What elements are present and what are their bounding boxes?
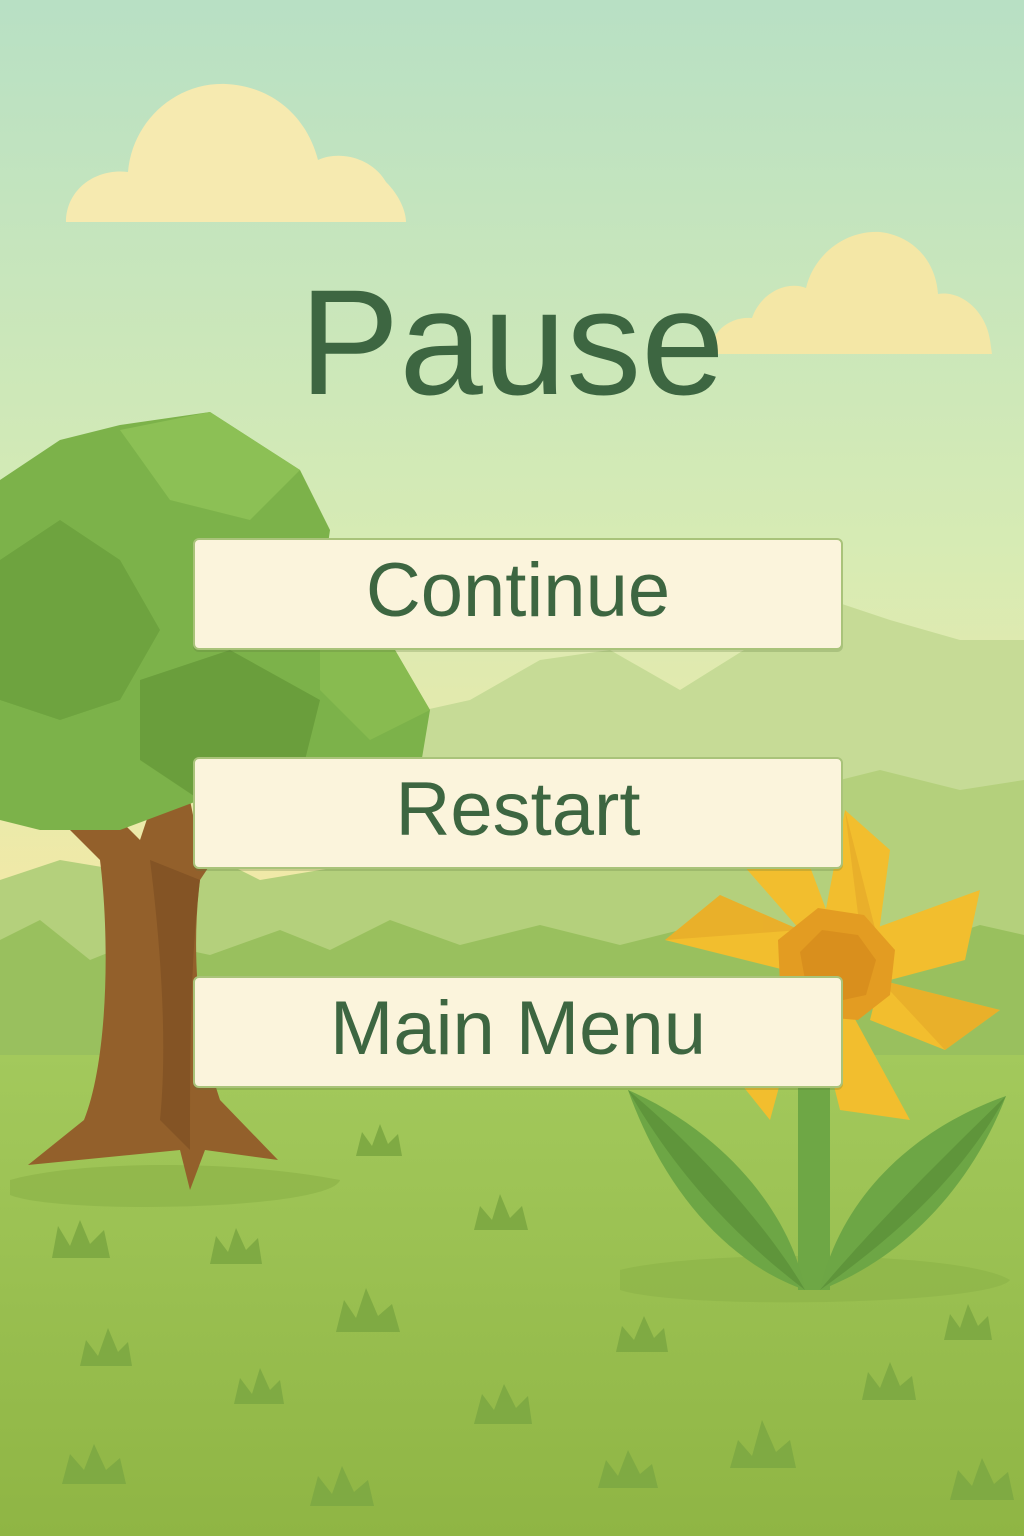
restart-button-label: Restart (395, 767, 641, 852)
flower-stem (798, 1070, 830, 1290)
main-menu-button[interactable]: Main Menu (193, 976, 843, 1088)
restart-button[interactable]: Restart (193, 757, 843, 869)
main-menu-button-label: Main Menu (330, 986, 706, 1071)
continue-button-label: Continue (365, 548, 671, 633)
continue-button[interactable]: Continue (193, 538, 843, 650)
pause-title: Pause (299, 258, 725, 426)
